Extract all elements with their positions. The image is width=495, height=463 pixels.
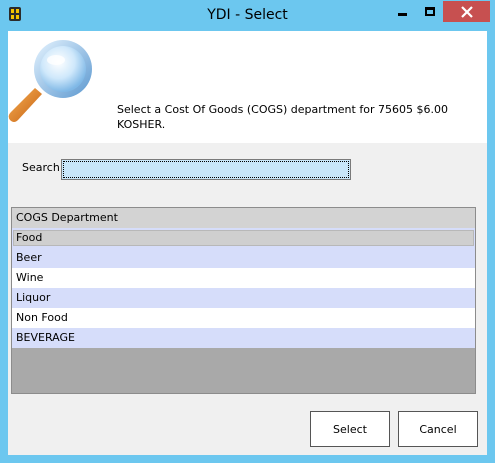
dialog-window: YDI - Select Select a Cost Of Goods (COG… bbox=[0, 0, 495, 463]
close-button[interactable] bbox=[443, 1, 490, 22]
grid-cell: Food bbox=[16, 231, 43, 244]
grid-cell: Liquor bbox=[16, 291, 51, 304]
dialog-client-area: Select a Cost Of Goods (COGS) department… bbox=[8, 31, 487, 455]
grid-row-food[interactable]: Food bbox=[12, 228, 475, 248]
grid-row-beverage[interactable]: BEVERAGE bbox=[12, 328, 475, 348]
magnifier-icon bbox=[8, 40, 92, 122]
column-header-cogs-department[interactable]: COGS Department bbox=[12, 208, 475, 228]
close-icon bbox=[460, 5, 473, 18]
selected-cell-highlight bbox=[13, 230, 474, 246]
select-button[interactable]: Select bbox=[310, 411, 390, 447]
grid-row-non-food[interactable]: Non Food bbox=[12, 308, 475, 328]
minimize-button[interactable] bbox=[389, 1, 416, 22]
grid-row-wine[interactable]: Wine bbox=[12, 268, 475, 288]
search-label: Search bbox=[22, 161, 60, 174]
maximize-button[interactable] bbox=[416, 1, 443, 22]
grid-cell: Wine bbox=[16, 271, 44, 284]
grid-row-liquor[interactable]: Liquor bbox=[12, 288, 475, 308]
grid-cell: BEVERAGE bbox=[16, 331, 75, 344]
grid-cell: Beer bbox=[16, 251, 42, 264]
prompt-text: Select a Cost Of Goods (COGS) department… bbox=[117, 103, 448, 131]
cogs-department-grid[interactable]: COGS Department Food Beer Wine Liquor No… bbox=[11, 207, 476, 394]
maximize-icon bbox=[424, 7, 435, 16]
dialog-header: Select a Cost Of Goods (COGS) department… bbox=[8, 31, 487, 143]
grid-row-beer[interactable]: Beer bbox=[12, 248, 475, 268]
search-input[interactable] bbox=[61, 159, 351, 180]
cancel-button[interactable]: Cancel bbox=[398, 411, 478, 447]
title-bar[interactable]: YDI - Select bbox=[0, 0, 495, 31]
minimize-icon bbox=[398, 13, 407, 16]
grid-cell: Non Food bbox=[16, 311, 68, 324]
